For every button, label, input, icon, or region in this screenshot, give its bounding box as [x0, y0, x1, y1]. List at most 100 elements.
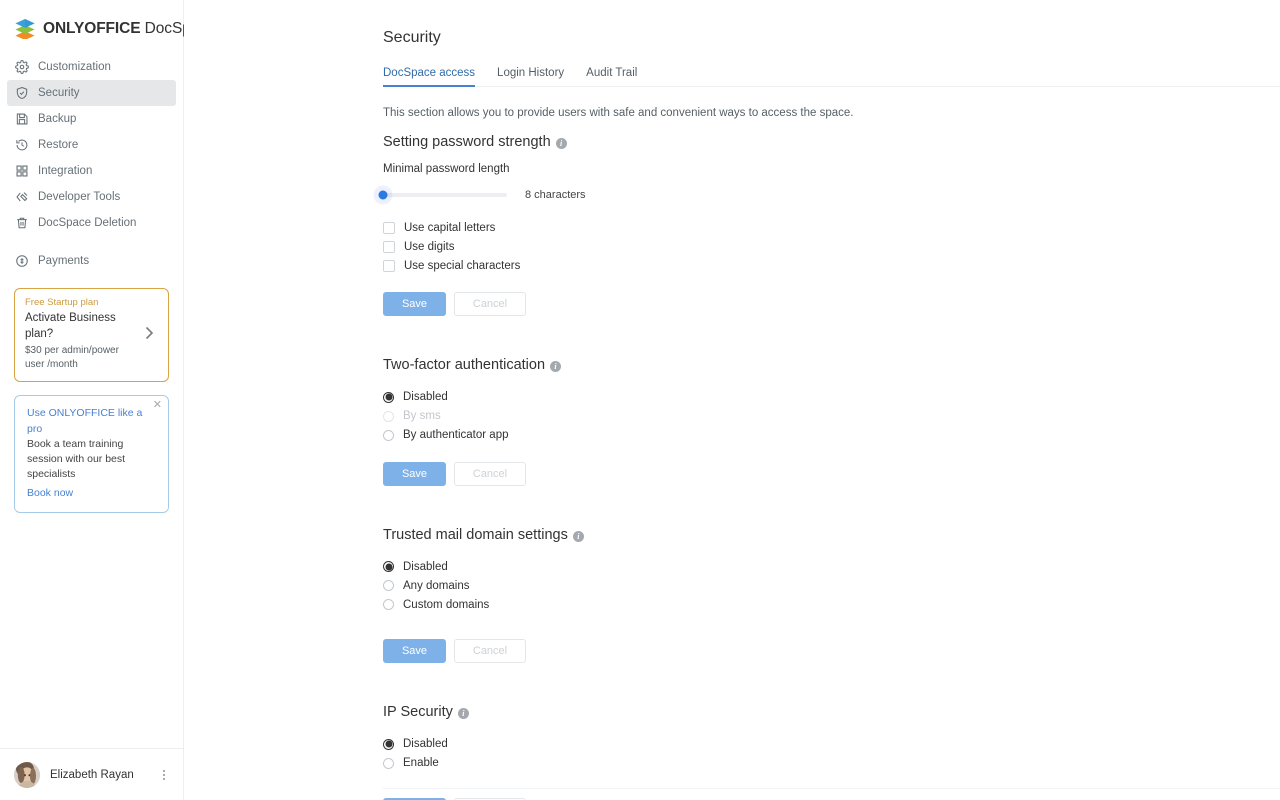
sidebar-item-label: Restore	[38, 139, 79, 151]
radio-button[interactable]	[383, 757, 394, 769]
promo-plan-price: $30 per admin/power user /month	[25, 345, 119, 370]
info-icon[interactable]: i	[457, 708, 469, 720]
sidebar-item-developer-tools[interactable]: Developer Tools	[7, 184, 176, 210]
close-icon[interactable]: ✕	[153, 400, 162, 411]
two-factor-actions: Save Cancel	[383, 461, 1280, 486]
page-title: Security	[383, 28, 441, 46]
cancel-button[interactable]: Cancel	[454, 639, 526, 664]
user-name: Elizabeth Rayan	[50, 768, 134, 781]
password-length-slider[interactable]	[378, 190, 507, 200]
radio-label: Disabled	[403, 560, 448, 573]
sidebar-item-customization[interactable]: Customization	[7, 54, 176, 80]
brand-name-bold: ONLYOFFICE	[43, 20, 141, 37]
sidebar-promos: Free Startup plan Activate Business plan…	[0, 288, 183, 513]
tab-docspace-access[interactable]: DocSpace access	[383, 67, 476, 87]
chevron-right-icon[interactable]	[144, 326, 158, 342]
promo-body: Free Startup plan Activate Business plan…	[25, 297, 140, 371]
promo-pro-text: Book a team training session with our be…	[27, 437, 126, 481]
section-password-strength: Setting password strength i Minimal pass…	[378, 135, 1280, 317]
radio-label: Any domains	[403, 579, 470, 592]
radio-button[interactable]	[383, 391, 394, 403]
section-header: Trusted mail domain settings i	[383, 528, 1280, 543]
promo-training-session[interactable]: ✕ Use ONLYOFFICE like a pro Book a team …	[14, 395, 169, 513]
cancel-button[interactable]: Cancel	[454, 292, 526, 317]
save-button[interactable]: Save	[383, 639, 446, 664]
radio-button[interactable]	[383, 599, 394, 611]
section-header: Setting password strength i	[383, 135, 1280, 150]
sidebar-item-label: Developer Tools	[38, 191, 121, 203]
tab-login-history[interactable]: Login History	[497, 67, 564, 86]
nav-divider-gap	[7, 236, 176, 248]
sidebar-item-security[interactable]: Security	[7, 80, 176, 106]
slider-thumb[interactable]	[378, 190, 388, 200]
radio-two-factor-by-authenticator-app[interactable]: By authenticator app	[383, 426, 1280, 445]
checkbox-use-special-characters[interactable]: Use special characters	[383, 256, 1280, 275]
sidebar-item-docspace-deletion[interactable]: DocSpace Deletion	[7, 210, 176, 236]
user-profile-block[interactable]: Elizabeth Rayan	[0, 748, 183, 800]
radio-two-factor-by-sms: By sms	[383, 407, 1280, 426]
radio-label: By authenticator app	[403, 429, 509, 442]
radio-label: Enable	[403, 757, 439, 770]
ip-security-radio-group: Disabled Enable	[383, 735, 1280, 773]
section-title: Trusted mail domain settings	[383, 526, 568, 543]
section-description: This section allows you to provide users…	[383, 106, 854, 119]
radio-two-factor-disabled[interactable]: Disabled	[383, 388, 1280, 407]
sidebar-nav: Customization Security Backup Restore In…	[0, 54, 183, 274]
trusted-mail-radio-group: Disabled Any domains Custom domains	[383, 557, 1280, 614]
password-actions: Save Cancel	[383, 292, 1280, 317]
onlyoffice-layers-logo-icon	[14, 19, 36, 40]
radio-label: Custom domains	[403, 598, 490, 611]
section-header: Two-factor authentication i	[383, 358, 1280, 373]
checkbox-box[interactable]	[383, 240, 395, 253]
radio-button[interactable]	[383, 429, 394, 441]
sidebar-item-integration[interactable]: Integration	[7, 158, 176, 184]
save-button[interactable]: Save	[383, 461, 446, 486]
sidebar-item-restore[interactable]: Restore	[7, 132, 176, 158]
radio-button[interactable]	[383, 738, 394, 750]
sidebar-item-label: DocSpace Deletion	[38, 217, 137, 229]
checkbox-use-digits[interactable]: Use digits	[383, 237, 1280, 256]
sidebar-item-label: Payments	[38, 255, 90, 267]
kebab-menu-icon[interactable]	[157, 769, 171, 780]
section-title: IP Security	[383, 704, 453, 721]
save-button[interactable]: Save	[383, 292, 446, 317]
checkbox-box[interactable]	[383, 259, 395, 272]
sidebar-item-backup[interactable]: Backup	[7, 106, 176, 132]
promo-plan-kicker: Free Startup plan	[25, 297, 99, 308]
gear-icon	[15, 60, 29, 74]
radio-ip-security-disabled[interactable]: Disabled	[383, 735, 1280, 754]
cancel-button[interactable]: Cancel	[454, 461, 526, 486]
section-title: Setting password strength	[383, 133, 551, 150]
book-now-link[interactable]: Book now	[27, 486, 73, 501]
tabs-bar: DocSpace access Login History Audit Trai…	[383, 67, 1280, 87]
promo-plan-title: Activate Business plan?	[25, 312, 116, 340]
radio-button[interactable]	[383, 580, 394, 592]
grid-squares-icon	[15, 164, 29, 178]
info-icon[interactable]: i	[555, 137, 567, 149]
info-icon[interactable]: i	[572, 530, 584, 542]
avatar[interactable]	[14, 761, 40, 788]
checkbox-label: Use special characters	[404, 259, 521, 272]
checkbox-box[interactable]	[383, 221, 395, 234]
shield-check-icon	[15, 86, 29, 100]
main-content: Security DocSpace access Login History A…	[184, 0, 1280, 800]
radio-button[interactable]	[383, 561, 394, 573]
radio-trusted-mail-custom-domains[interactable]: Custom domains	[383, 595, 1280, 614]
checkbox-use-capital-letters[interactable]: Use capital letters	[383, 218, 1280, 237]
radio-trusted-mail-disabled[interactable]: Disabled	[383, 557, 1280, 576]
sidebar: ONLYOFFICE DocSpace Customization Securi…	[0, 0, 215, 800]
tab-audit-trail[interactable]: Audit Trail	[586, 67, 637, 86]
password-length-slider-row: 8 characters	[378, 189, 1280, 201]
sidebar-item-payments[interactable]: Payments	[7, 248, 176, 274]
brand-logo[interactable]: ONLYOFFICE DocSpace	[0, 0, 215, 42]
floppy-disk-icon	[15, 112, 29, 126]
radio-label: Disabled	[403, 738, 448, 751]
radio-label: By sms	[403, 410, 441, 423]
password-options-group: Use capital letters Use digits Use speci…	[383, 218, 1280, 275]
radio-trusted-mail-any-domains[interactable]: Any domains	[383, 576, 1280, 595]
sidebar-item-label: Security	[38, 87, 80, 99]
section-two-factor-authentication: Two-factor authentication i Disabled By …	[383, 358, 1280, 486]
info-icon[interactable]: i	[550, 361, 562, 373]
promo-activate-business-plan[interactable]: Free Startup plan Activate Business plan…	[14, 288, 169, 383]
radio-ip-security-enable[interactable]: Enable	[383, 754, 1280, 773]
